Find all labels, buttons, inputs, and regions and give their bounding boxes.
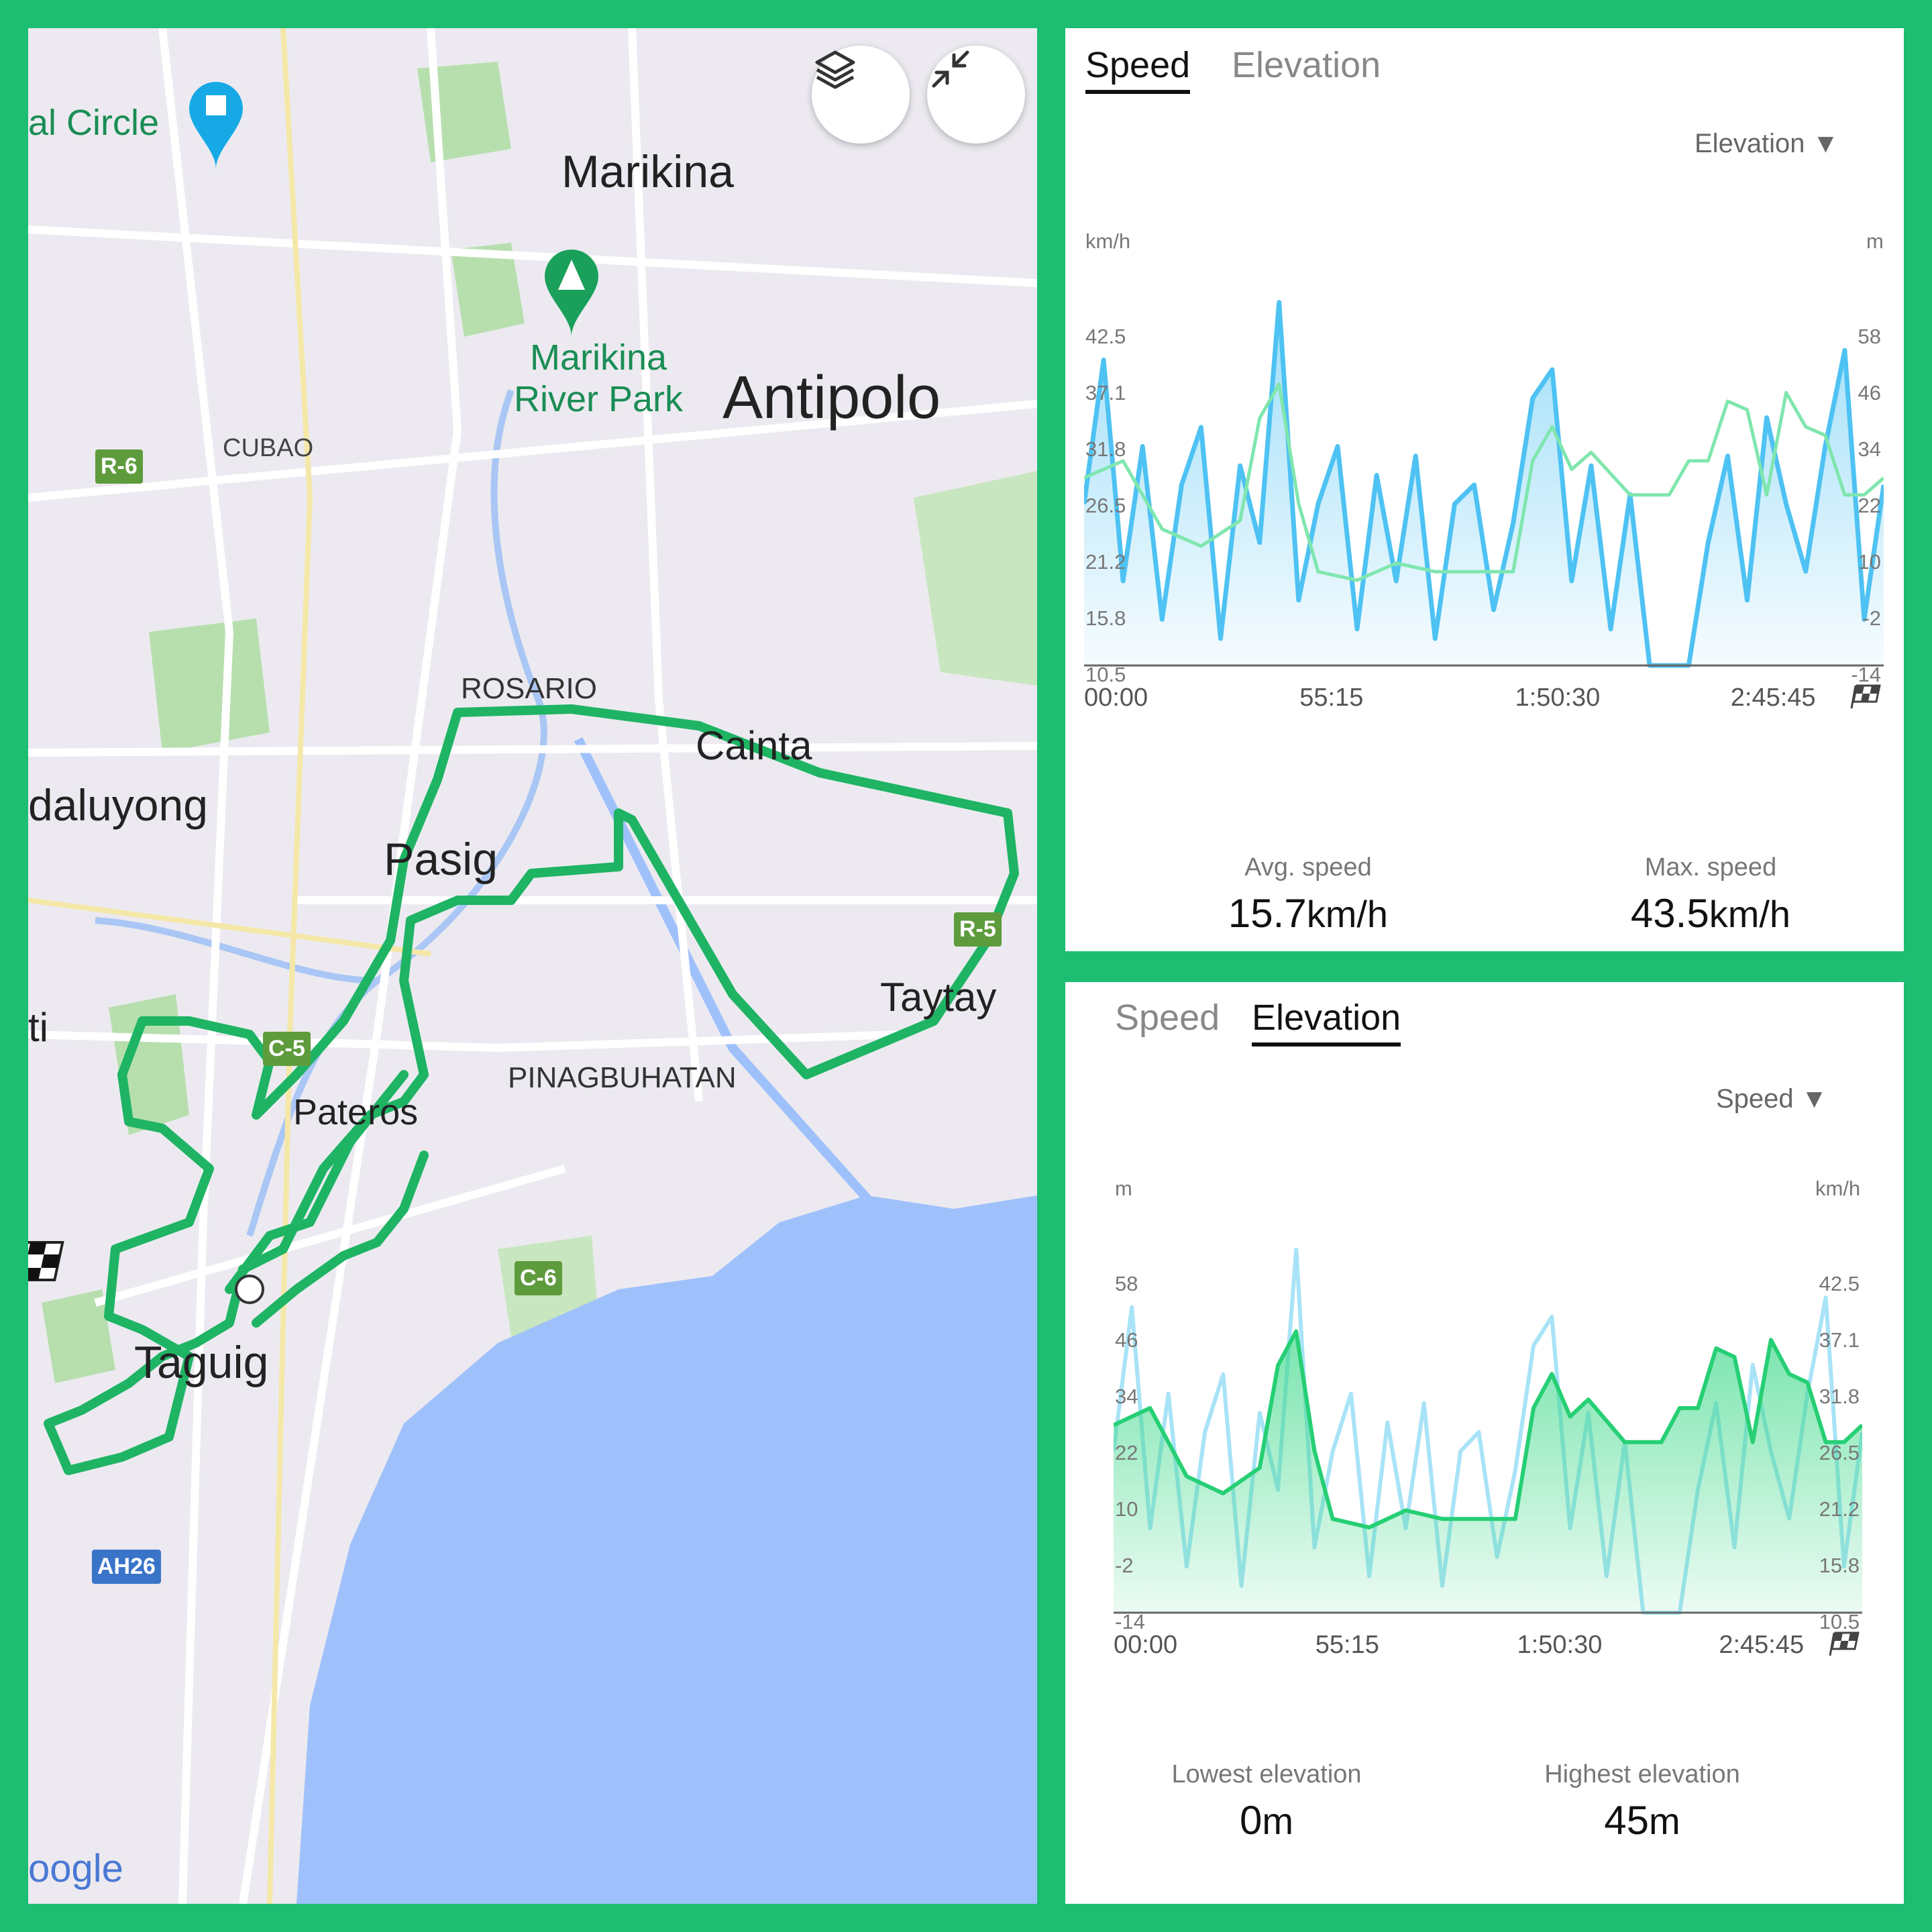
road-shield: C-6 (515, 1261, 562, 1295)
collapse-icon (932, 50, 969, 88)
left-tick-label: 26.5 (1085, 494, 1126, 517)
x-tick-label: 00:00 (1084, 684, 1148, 712)
left-tick-label: 37.1 (1085, 381, 1126, 405)
x-tick-label: 2:45:45 (1719, 1631, 1804, 1659)
speed-chart-card: Speed Elevation Elevation ▼ km/h m 42.5 3… (1065, 28, 1904, 951)
right-tick-label: 34 (1858, 437, 1881, 461)
place-label: Pateros (293, 1092, 419, 1132)
x-tick-label: 2:45:45 (1731, 684, 1816, 712)
x-tick-label: 55:15 (1316, 1631, 1379, 1659)
right-tick-label: -2 (1862, 606, 1881, 630)
left-axis-unit: m (1115, 1177, 1132, 1200)
left-tick-label: 58 (1115, 1272, 1138, 1295)
road-shield: R-5 (954, 912, 1002, 947)
park-area (149, 619, 270, 753)
right-tick-label: 10.5 (1819, 1610, 1860, 1633)
place-label: CUBAO (223, 434, 314, 462)
road-shield: AH26 (92, 1550, 161, 1584)
place-label: Pasig (384, 834, 498, 885)
left-tick-label: 21.2 (1085, 550, 1126, 574)
right-tick-label: 42.5 (1819, 1272, 1860, 1295)
left-tick-label: 22 (1115, 1441, 1138, 1464)
left-tick-label: -2 (1115, 1554, 1134, 1577)
avg-speed-value: 15.7km/h (1228, 891, 1389, 936)
place-label: ROSARIO (461, 672, 597, 705)
right-axis-unit: km/h (1815, 1177, 1861, 1200)
place-label: Taytay (880, 975, 997, 1020)
max-speed-label: Max. speed (1644, 853, 1777, 881)
right-tick-label: 37.1 (1819, 1328, 1860, 1352)
overlay-dropdown[interactable]: Elevation ▼ (1695, 129, 1839, 159)
layers-icon (815, 50, 855, 89)
x-tick-label: 1:50:30 (1515, 684, 1601, 712)
x-tick-label: 00:00 (1114, 1631, 1177, 1659)
right-tick-label: 31.8 (1819, 1385, 1860, 1408)
collapse-button[interactable] (927, 46, 1025, 144)
left-tick-label: 31.8 (1085, 437, 1126, 461)
speed-chart[interactable]: 42.5 37.1 31.8 26.5 21.2 15.8 10.5 58 46 34 22 10 -2… (1084, 256, 1884, 780)
place-label: daluyong (28, 780, 208, 830)
finish-flag-icon (1850, 684, 1881, 709)
elevation-chart-card: Speed Elevation Speed ▼ m km/h 58 46 34 22 1… (1065, 982, 1904, 1904)
tab-elevation[interactable]: Elevation (1252, 997, 1401, 1046)
road-shield: R-6 (95, 449, 143, 484)
left-tick-label: 10 (1115, 1497, 1138, 1521)
right-tick-label: 26.5 (1819, 1441, 1860, 1464)
right-tick-label: 15.8 (1819, 1554, 1860, 1577)
tab-speed[interactable]: Speed (1115, 997, 1220, 1038)
layers-button[interactable] (812, 46, 910, 144)
left-axis-unit: km/h (1085, 229, 1131, 253)
left-tick-label: 46 (1115, 1328, 1138, 1352)
tab-speed[interactable]: Speed (1085, 44, 1191, 94)
place-label: PINAGBUHATAN (508, 1061, 737, 1094)
road-shield: C-5 (263, 1032, 311, 1066)
elevation-chart[interactable]: 58 46 34 22 10 -2 -14 42.5 37.1 31.8 26.5 21.2 15.8 1… (1114, 1203, 1862, 1727)
lowest-elevation-value: 0m (1239, 1798, 1294, 1843)
x-tick-label: 55:15 (1299, 684, 1363, 712)
place-label: Marikina River Park (513, 337, 684, 419)
right-tick-label: 58 (1858, 325, 1881, 348)
x-tick-label: 1:50:30 (1517, 1631, 1603, 1659)
avg-speed-label: Avg. speed (1244, 853, 1372, 881)
max-speed-value: 43.5km/h (1630, 891, 1791, 936)
place-label: Taguig (134, 1337, 269, 1388)
place-label: Marikina (561, 146, 734, 197)
right-tick-label: -14 (1851, 663, 1881, 686)
highest-elevation-value: 45m (1604, 1798, 1680, 1843)
place-label: Cainta (696, 723, 812, 768)
right-tick-label: 46 (1858, 381, 1881, 405)
lowest-elevation-label: Lowest elevation (1171, 1760, 1362, 1788)
overlay-dropdown[interactable]: Speed ▼ (1716, 1084, 1827, 1114)
collage-frame: al Circle Marikina Marikina River Park A… (0, 0, 1932, 1932)
place-label: al Circle (28, 103, 160, 143)
right-tick-label: 22 (1858, 494, 1881, 517)
highest-elevation-label: Highest elevation (1544, 1760, 1740, 1788)
left-tick-label: 34 (1115, 1385, 1138, 1408)
left-tick-label: 15.8 (1085, 606, 1126, 630)
map-canvas[interactable] (28, 28, 1037, 1904)
map-panel[interactable]: al Circle Marikina Marikina River Park A… (28, 28, 1037, 1904)
place-label: Antipolo (722, 364, 941, 431)
right-axis-unit: m (1866, 229, 1884, 253)
finish-flag-icon (1829, 1631, 1860, 1656)
right-tick-label: 21.2 (1819, 1497, 1860, 1521)
left-tick-label: 10.5 (1085, 663, 1126, 686)
google-attribution: oogle (28, 1847, 123, 1890)
tab-elevation[interactable]: Elevation (1232, 44, 1381, 86)
place-label: ti (28, 1005, 48, 1050)
right-tick-label: 10 (1858, 550, 1881, 574)
left-tick-label: -14 (1115, 1610, 1145, 1633)
left-tick-label: 42.5 (1085, 325, 1126, 348)
